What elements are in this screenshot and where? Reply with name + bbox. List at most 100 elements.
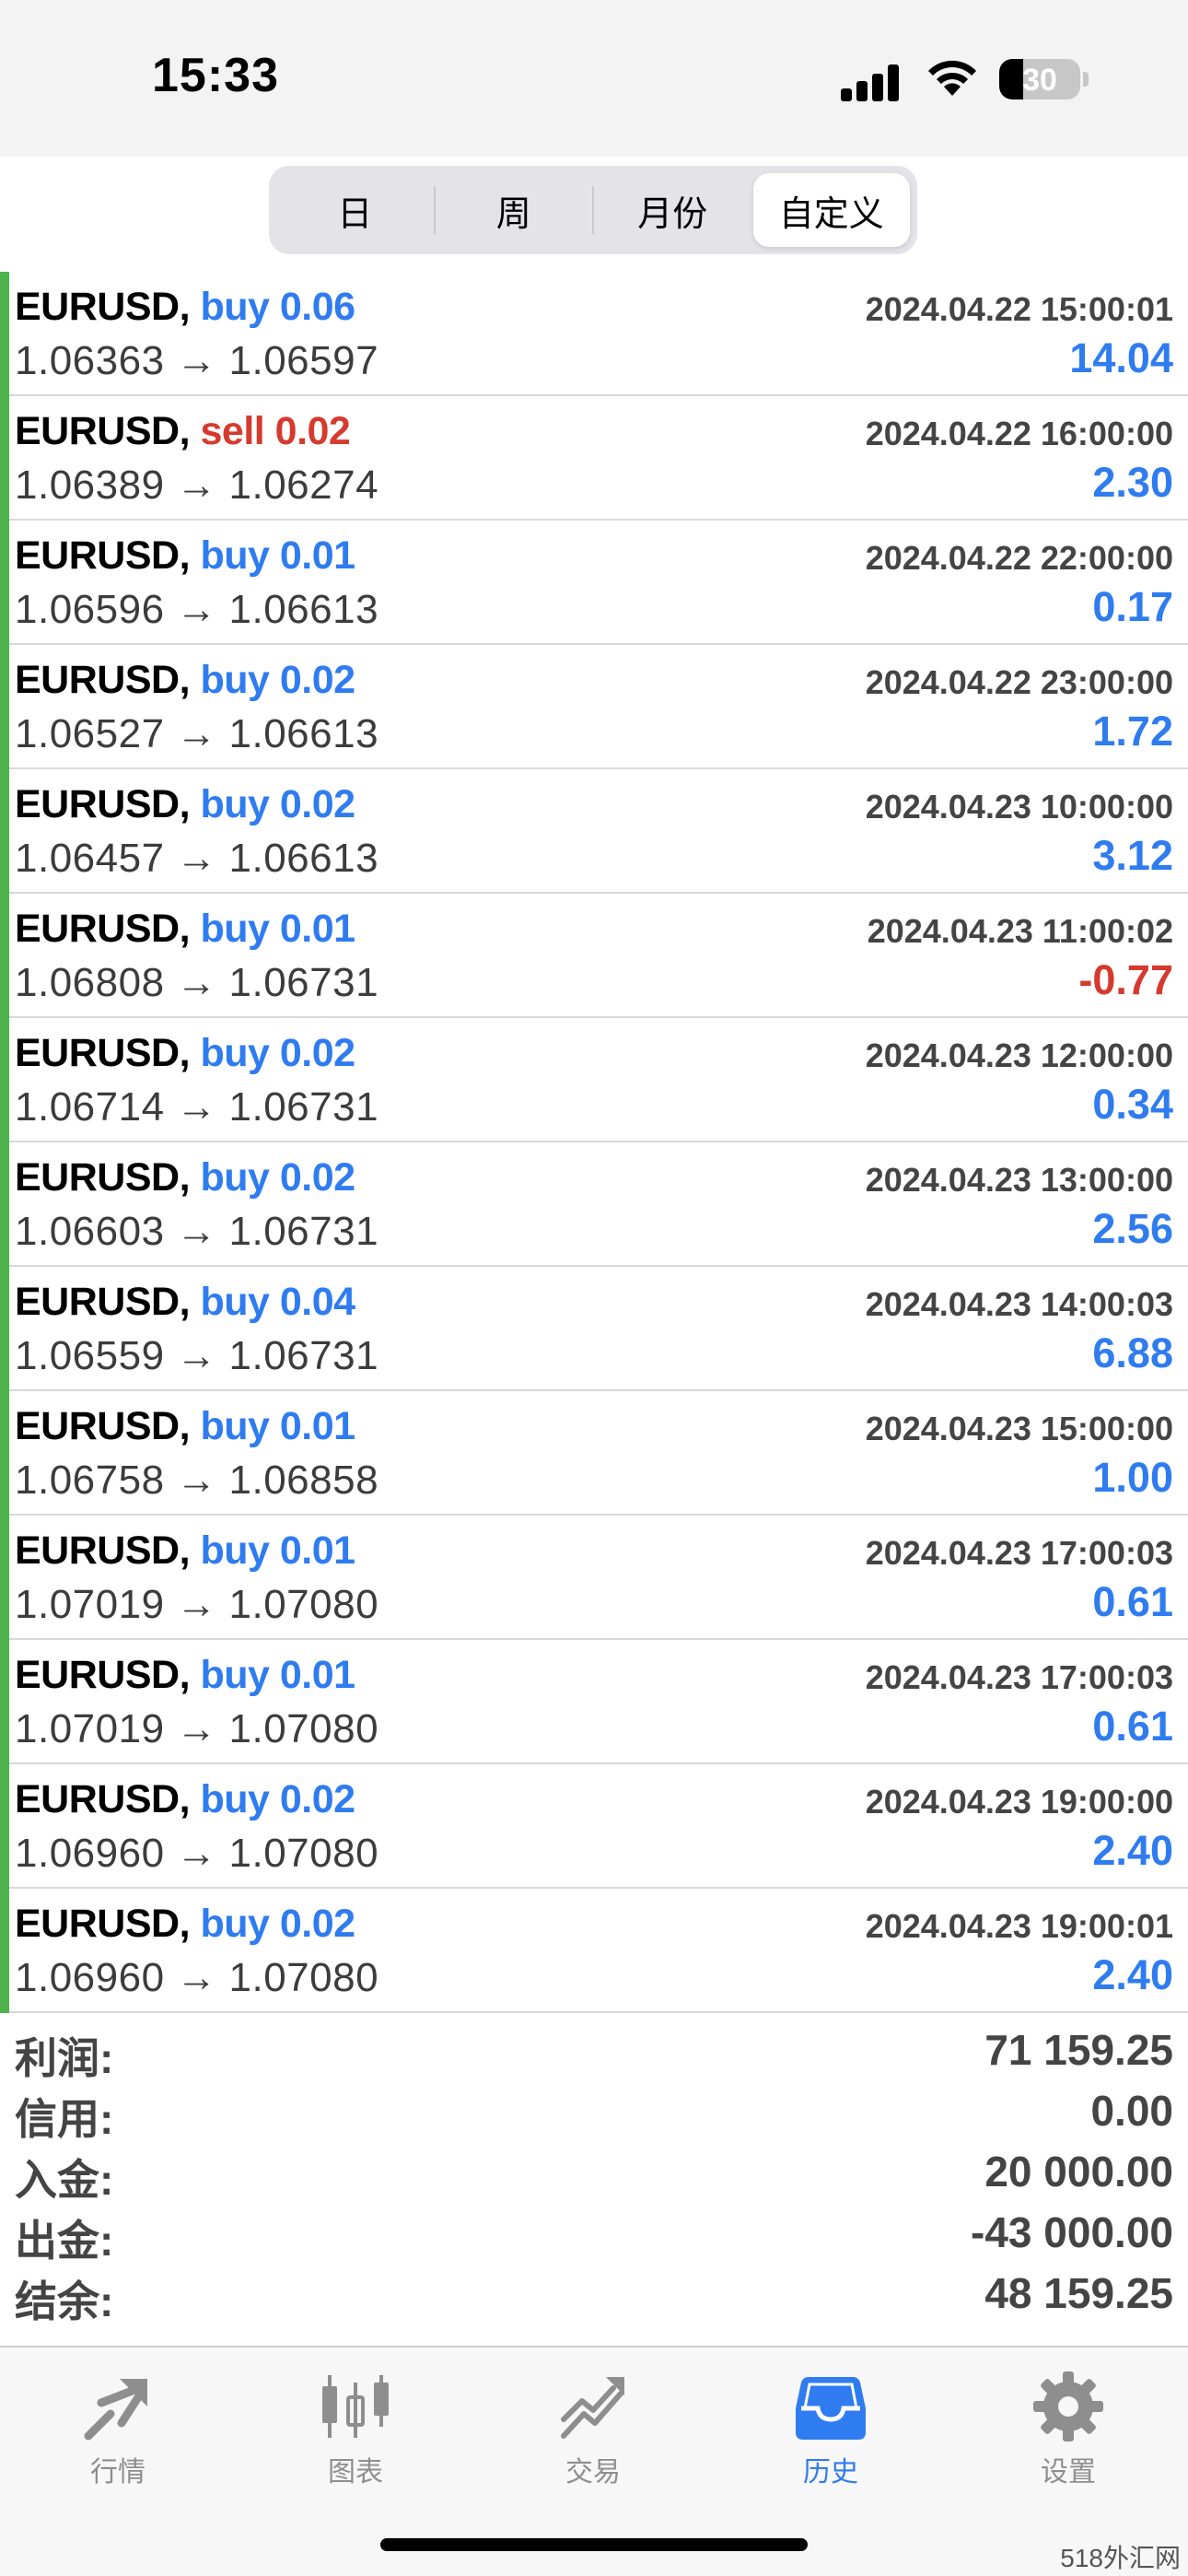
- summary-row: 信用: 0.00: [0, 2078, 1188, 2143]
- trade-row[interactable]: EURUSD, buy 0.01 1.06808 → 1.06731 2024.…: [9, 894, 1188, 1018]
- battery-percent: 30: [1022, 63, 1057, 98]
- trade-profit: 1.00: [1092, 1454, 1173, 1501]
- trade-row[interactable]: EURUSD, buy 0.06 1.06363 → 1.06597 2024.…: [9, 272, 1188, 396]
- symbol-name: EURUSD,: [15, 1902, 191, 1946]
- segment-month[interactable]: 月份: [594, 173, 751, 247]
- trade-time: 2024.04.23 14:00:03: [865, 1285, 1173, 1323]
- summary-row: 入金: 20 000.00: [0, 2139, 1188, 2204]
- symbol-name: EURUSD,: [15, 409, 191, 453]
- cellular-signal-icon: [841, 59, 905, 101]
- trade-row[interactable]: EURUSD, sell 0.02 1.06389 → 1.06274 2024…: [9, 396, 1188, 521]
- summary-value: 20 000.00: [984, 2148, 1173, 2195]
- trade-row[interactable]: EURUSD, buy 0.02 1.06960 → 1.07080 2024.…: [9, 1889, 1188, 2013]
- tab-history[interactable]: 历史: [739, 2366, 923, 2495]
- tab-label: 交易: [565, 2457, 621, 2488]
- trade-prices: 1.06960 → 1.07080: [15, 1831, 379, 1876]
- symbol-name: EURUSD,: [15, 533, 191, 578]
- trade-side-volume: buy 0.01: [200, 533, 355, 578]
- trade-row[interactable]: EURUSD, buy 0.02 1.06960 → 1.07080 2024.…: [9, 1764, 1188, 1889]
- tab-label: 行情: [90, 2457, 146, 2488]
- symbol-name: EURUSD,: [15, 1031, 191, 1075]
- trade-row[interactable]: EURUSD, buy 0.01 1.06596 → 1.06613 2024.…: [9, 521, 1188, 645]
- trade-profit: 6.88: [1092, 1329, 1173, 1376]
- summary-value: 48 159.25: [984, 2269, 1173, 2317]
- summary-label: 结余:: [15, 2277, 114, 2325]
- tab-settings[interactable]: 设置: [976, 2366, 1160, 2495]
- summary-label: 出金:: [15, 2217, 114, 2265]
- wifi-icon: [928, 60, 976, 96]
- tab-label: 历史: [803, 2457, 858, 2488]
- battery-icon: 30: [999, 59, 1080, 100]
- trade-prices: 1.06596 → 1.06613: [15, 587, 379, 632]
- summary-row: 出金: -43 000.00: [0, 2200, 1188, 2265]
- trade-profit: 2.40: [1092, 1951, 1173, 1998]
- segment-day[interactable]: 日: [276, 173, 434, 247]
- trade-time: 2024.04.23 19:00:01: [865, 1907, 1173, 1945]
- summary-label: 信用:: [15, 2095, 114, 2143]
- trade-symbol: EURUSD, buy 0.06: [15, 285, 355, 330]
- trade-prices: 1.06363 → 1.06597: [15, 338, 379, 383]
- trade-profit: 14.04: [1069, 334, 1173, 381]
- trade-profit: 0.61: [1092, 1578, 1173, 1625]
- segment-custom[interactable]: 自定义: [752, 173, 910, 247]
- trade-time: 2024.04.22 15:00:01: [865, 290, 1173, 328]
- trade-time: 2024.04.23 10:00:00: [865, 788, 1173, 825]
- trade-symbol: EURUSD, buy 0.01: [15, 533, 355, 579]
- symbol-name: EURUSD,: [15, 1777, 191, 1821]
- trade-row[interactable]: EURUSD, buy 0.02 1.06603 → 1.06731 2024.…: [9, 1142, 1188, 1267]
- trade-profit: 1.72: [1092, 708, 1173, 755]
- trade-prices: 1.06457 → 1.06613: [15, 836, 379, 881]
- summary-row: 结余: 48 159.25: [0, 2261, 1188, 2325]
- trade-side-volume: buy 0.01: [200, 907, 355, 951]
- trade-row[interactable]: EURUSD, buy 0.04 1.06559 → 1.06731 2024.…: [9, 1267, 1188, 1391]
- status-bar: 15:33 30: [0, 0, 1188, 157]
- trade-profit: 0.61: [1092, 1703, 1173, 1750]
- home-indicator[interactable]: [380, 2538, 808, 2551]
- summary-label: 利润:: [15, 2034, 114, 2082]
- trade-profit: 2.30: [1092, 459, 1173, 506]
- trade-time: 2024.04.22 23:00:00: [865, 663, 1173, 701]
- trade-time: 2024.04.23 11:00:02: [867, 912, 1173, 950]
- trade-prices: 1.06559 → 1.06731: [15, 1333, 379, 1378]
- trade-profit: 3.12: [1092, 832, 1173, 879]
- trade-profit: 0.17: [1092, 583, 1173, 630]
- trade-prices: 1.06714 → 1.06731: [15, 1084, 379, 1130]
- trade-symbol: EURUSD, buy 0.02: [15, 1031, 355, 1076]
- trade-row[interactable]: EURUSD, buy 0.02 1.06457 → 1.06613 2024.…: [9, 769, 1188, 894]
- trade-symbol: EURUSD, buy 0.02: [15, 658, 355, 703]
- trade-row[interactable]: EURUSD, buy 0.02 1.06527 → 1.06613 2024.…: [9, 645, 1188, 769]
- trade-history-list: EURUSD, buy 0.06 1.06363 → 1.06597 2024.…: [0, 272, 1188, 2013]
- trade-time: 2024.04.22 16:00:00: [865, 415, 1173, 452]
- trade-side-volume: buy 0.04: [200, 1280, 355, 1324]
- summary-value: 0.00: [1090, 2087, 1173, 2135]
- trade-row[interactable]: EURUSD, buy 0.01 1.06758 → 1.06858 2024.…: [9, 1391, 1188, 1516]
- segment-week[interactable]: 周: [436, 173, 593, 247]
- trade-symbol: EURUSD, buy 0.01: [15, 1528, 355, 1574]
- trade-symbol: EURUSD, buy 0.01: [15, 1404, 355, 1449]
- trade-side-volume: buy 0.02: [200, 1155, 355, 1200]
- trade-profit: 2.40: [1092, 1827, 1173, 1874]
- trade-prices: 1.07019 → 1.07080: [15, 1582, 379, 1627]
- history-inbox-icon: [796, 2377, 866, 2440]
- tab-quotes[interactable]: 行情: [26, 2366, 210, 2495]
- tab-label: 设置: [1041, 2457, 1096, 2488]
- trade-row[interactable]: EURUSD, buy 0.01 1.07019 → 1.07080 2024.…: [9, 1516, 1188, 1640]
- symbol-name: EURUSD,: [15, 1280, 191, 1324]
- quotes-icon: [84, 2379, 147, 2441]
- trade-symbol: EURUSD, buy 0.02: [15, 782, 355, 827]
- trade-profit: -0.77: [1078, 956, 1173, 1003]
- battery-tip: [1083, 72, 1089, 87]
- trade-prices: 1.06808 → 1.06731: [15, 960, 379, 1005]
- symbol-name: EURUSD,: [15, 907, 191, 951]
- symbol-name: EURUSD,: [15, 1528, 191, 1573]
- gear-icon: [1033, 2371, 1103, 2441]
- trade-prices: 1.06758 → 1.06858: [15, 1458, 379, 1503]
- trade-side-volume: buy 0.01: [200, 1404, 355, 1448]
- trade-row[interactable]: EURUSD, buy 0.01 1.07019 → 1.07080 2024.…: [9, 1640, 1188, 1764]
- trade-symbol: EURUSD, buy 0.02: [15, 1902, 355, 1947]
- trade-symbol: EURUSD, buy 0.02: [15, 1777, 355, 1822]
- trade-side-volume: sell 0.02: [200, 409, 351, 453]
- tab-charts[interactable]: 图表: [263, 2366, 448, 2495]
- trade-row[interactable]: EURUSD, buy 0.02 1.06714 → 1.06731 2024.…: [9, 1018, 1188, 1142]
- tab-trade[interactable]: 交易: [501, 2366, 685, 2495]
